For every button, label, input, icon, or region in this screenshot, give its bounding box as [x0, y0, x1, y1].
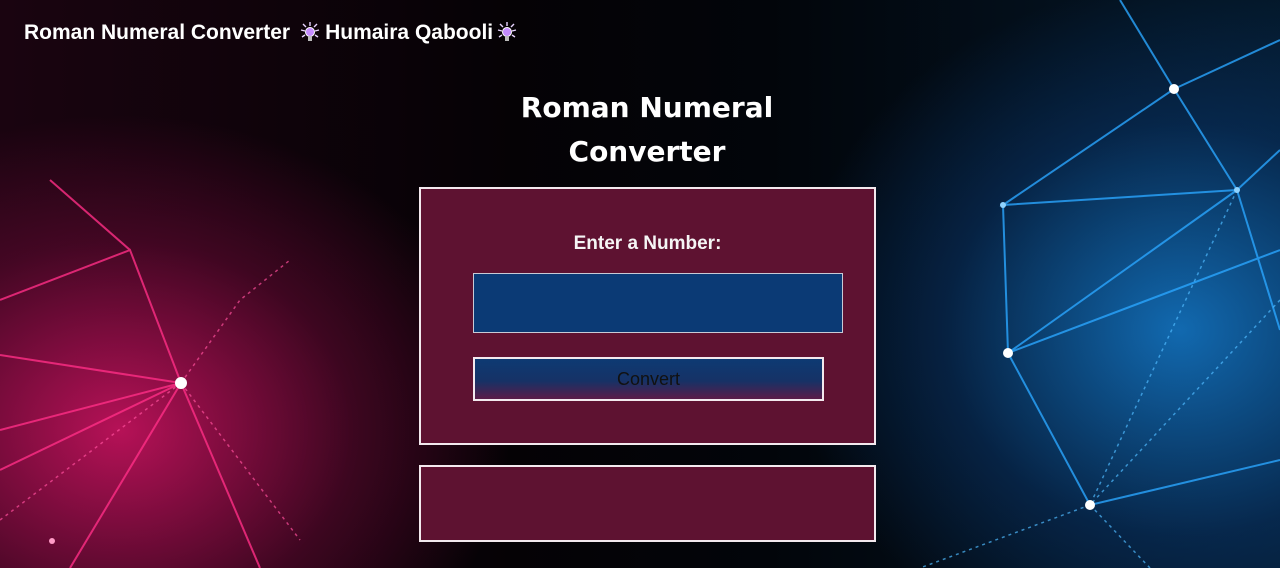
page-title-line2: Converter — [568, 135, 726, 168]
convert-button[interactable]: Convert — [473, 357, 824, 401]
sparkle-bulb-icon — [495, 21, 519, 45]
header-author: Humaira Qabooli — [325, 21, 494, 44]
converter-card: Enter a Number: Convert — [419, 187, 876, 445]
app-header: Roman Numeral Converter Humaira Qabooli — [24, 21, 519, 45]
result-output — [419, 465, 876, 542]
page-title-line1: Roman Numeral — [520, 91, 774, 124]
number-input[interactable] — [473, 273, 843, 333]
node-dot — [175, 377, 187, 389]
number-input-label: Enter a Number: — [573, 233, 722, 254]
page-title: Roman Numeral Converter — [490, 86, 804, 174]
sparkle-bulb-icon — [298, 21, 322, 45]
header-app-title: Roman Numeral Converter — [24, 21, 291, 44]
node-dot — [1003, 348, 1013, 358]
node-dot — [1169, 84, 1179, 94]
node-dot — [1085, 500, 1095, 510]
